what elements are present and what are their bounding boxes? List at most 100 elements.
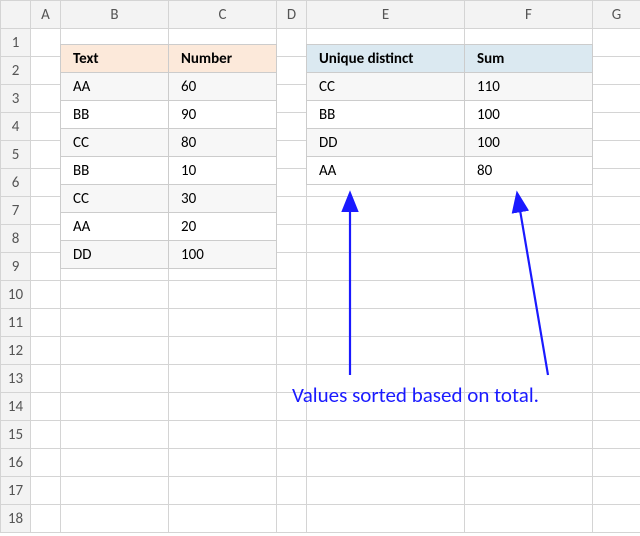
cell-G3[interactable] (593, 85, 640, 113)
cell-A9[interactable] (31, 253, 61, 281)
cell-G8[interactable] (593, 225, 640, 253)
cell-A10[interactable] (31, 281, 61, 309)
col-header-E[interactable]: E (307, 1, 465, 29)
cell-E7[interactable] (307, 197, 465, 225)
row-header-12[interactable]: 12 (1, 337, 31, 365)
cell-F9[interactable] (465, 253, 593, 281)
cell-D1[interactable] (277, 29, 307, 57)
cell-A16[interactable] (31, 449, 61, 477)
cell-A14[interactable] (31, 393, 61, 421)
cell-D6[interactable] (277, 169, 307, 197)
cell-D10[interactable] (277, 281, 307, 309)
cell-D11[interactable] (277, 309, 307, 337)
cell-F8[interactable] (465, 225, 593, 253)
cell-B16[interactable] (61, 449, 169, 477)
cell-F12[interactable] (465, 337, 593, 365)
cell-A3[interactable] (31, 85, 61, 113)
col-header-F[interactable]: F (465, 1, 593, 29)
cell-D18[interactable] (277, 505, 307, 533)
cell-A5[interactable] (31, 141, 61, 169)
col-header-D[interactable]: D (277, 1, 307, 29)
col-header-B[interactable]: B (61, 1, 169, 29)
cell-B18[interactable] (61, 505, 169, 533)
cell-A2[interactable] (31, 57, 61, 85)
row-header-15[interactable]: 15 (1, 421, 31, 449)
cell-G7[interactable] (593, 197, 640, 225)
cell-G15[interactable] (593, 421, 640, 449)
row-header-4[interactable]: 4 (1, 113, 31, 141)
col-header-A[interactable]: A (31, 1, 61, 29)
cell-E16[interactable] (307, 449, 465, 477)
row-header-1[interactable]: 1 (1, 29, 31, 57)
cell-F17[interactable] (465, 477, 593, 505)
row-header-14[interactable]: 14 (1, 393, 31, 421)
cell-A8[interactable] (31, 225, 61, 253)
cell-D9[interactable] (277, 253, 307, 281)
cell-G14[interactable] (593, 393, 640, 421)
cell-C11[interactable] (169, 309, 277, 337)
cell-E18[interactable] (307, 505, 465, 533)
col-header-C[interactable]: C (169, 1, 277, 29)
cell-D7[interactable] (277, 197, 307, 225)
cell-E11[interactable] (307, 309, 465, 337)
row-header-16[interactable]: 16 (1, 449, 31, 477)
cell-B13[interactable] (61, 365, 169, 393)
row-header-2[interactable]: 2 (1, 57, 31, 85)
cell-E17[interactable] (307, 477, 465, 505)
cell-E8[interactable] (307, 225, 465, 253)
cell-D8[interactable] (277, 225, 307, 253)
cell-G18[interactable] (593, 505, 640, 533)
cell-D15[interactable] (277, 421, 307, 449)
cell-A4[interactable] (31, 113, 61, 141)
row-header-8[interactable]: 8 (1, 225, 31, 253)
cell-A13[interactable] (31, 365, 61, 393)
row-header-13[interactable]: 13 (1, 365, 31, 393)
cell-B11[interactable] (61, 309, 169, 337)
row-header-6[interactable]: 6 (1, 169, 31, 197)
cell-C17[interactable] (169, 477, 277, 505)
cell-B10[interactable] (61, 281, 169, 309)
cell-G4[interactable] (593, 113, 640, 141)
cell-G10[interactable] (593, 281, 640, 309)
cell-F15[interactable] (465, 421, 593, 449)
cell-E10[interactable] (307, 281, 465, 309)
cell-C10[interactable] (169, 281, 277, 309)
row-header-18[interactable]: 18 (1, 505, 31, 533)
cell-D12[interactable] (277, 337, 307, 365)
cell-C13[interactable] (169, 365, 277, 393)
cell-C18[interactable] (169, 505, 277, 533)
cell-G11[interactable] (593, 309, 640, 337)
row-header-3[interactable]: 3 (1, 85, 31, 113)
cell-B12[interactable] (61, 337, 169, 365)
cell-E9[interactable] (307, 253, 465, 281)
cell-B17[interactable] (61, 477, 169, 505)
cell-D2[interactable] (277, 57, 307, 85)
cell-F18[interactable] (465, 505, 593, 533)
cell-D3[interactable] (277, 85, 307, 113)
cell-G5[interactable] (593, 141, 640, 169)
cell-C12[interactable] (169, 337, 277, 365)
cell-E12[interactable] (307, 337, 465, 365)
col-header-G[interactable]: G (593, 1, 640, 29)
row-header-11[interactable]: 11 (1, 309, 31, 337)
cell-A7[interactable] (31, 197, 61, 225)
cell-A17[interactable] (31, 477, 61, 505)
cell-G13[interactable] (593, 365, 640, 393)
cell-G17[interactable] (593, 477, 640, 505)
cell-C16[interactable] (169, 449, 277, 477)
row-header-10[interactable]: 10 (1, 281, 31, 309)
cell-D16[interactable] (277, 449, 307, 477)
cell-B14[interactable] (61, 393, 169, 421)
cell-G9[interactable] (593, 253, 640, 281)
cell-D4[interactable] (277, 113, 307, 141)
cell-G6[interactable] (593, 169, 640, 197)
cell-A12[interactable] (31, 337, 61, 365)
grid-corner[interactable] (1, 1, 31, 29)
cell-B15[interactable] (61, 421, 169, 449)
cell-F16[interactable] (465, 449, 593, 477)
cell-E15[interactable] (307, 421, 465, 449)
cell-A11[interactable] (31, 309, 61, 337)
cell-A6[interactable] (31, 169, 61, 197)
row-header-5[interactable]: 5 (1, 141, 31, 169)
cell-G1[interactable] (593, 29, 640, 57)
